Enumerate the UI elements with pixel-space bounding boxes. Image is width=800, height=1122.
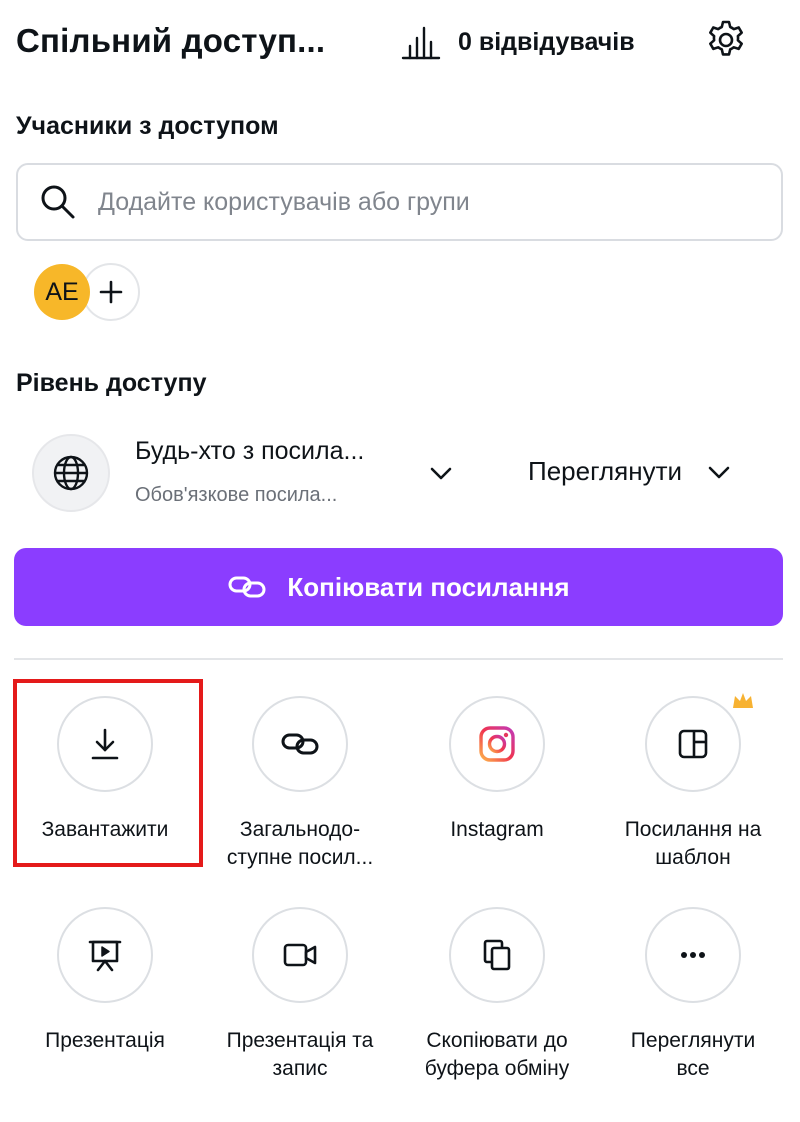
permission-value: Переглянути	[528, 456, 683, 486]
instagram-button[interactable]	[449, 696, 545, 792]
copy-link-label: Копіювати посилання	[287, 571, 570, 602]
divider	[14, 658, 783, 660]
instagram-icon	[479, 726, 515, 762]
copy-link-button[interactable]: Копіювати посилання	[14, 548, 783, 626]
share-option-label: Загальнодо- ступне посил...	[226, 818, 374, 869]
copy-icon	[483, 939, 511, 971]
search-icon	[41, 185, 75, 219]
visitors-count-label: 0 відвідувачів	[458, 27, 635, 56]
template-icon	[678, 729, 708, 759]
public-link-button[interactable]	[252, 696, 348, 792]
link-scope-subtitle: Обов'язкове посила...	[135, 484, 338, 506]
globe-icon-badge	[32, 434, 110, 512]
download-highlight-box	[13, 679, 203, 867]
more-icon	[681, 952, 705, 958]
visitors-insights-button[interactable]: 0 відвідувачів	[400, 22, 635, 62]
presentation-button[interactable]	[57, 907, 153, 1003]
share-header: Спільний доступ...	[16, 14, 770, 68]
present-record-button[interactable]	[252, 907, 348, 1003]
people-section-label: Учасники з доступом	[16, 112, 279, 140]
see-all-button[interactable]	[645, 907, 741, 1003]
permission-dropdown[interactable]: Переглянути	[528, 456, 734, 487]
share-option-label: Презентація та запис	[226, 1029, 374, 1080]
share-option-label: Instagram	[450, 818, 544, 841]
link-icon	[281, 733, 319, 755]
avatar[interactable]: AE	[34, 264, 90, 320]
link-scope-title[interactable]: Будь-хто з посила...	[135, 437, 364, 466]
add-people-input[interactable]	[98, 187, 781, 217]
add-person-button[interactable]	[82, 263, 140, 321]
share-option-label: Посилання на шаблон	[624, 818, 762, 869]
bar-chart-icon	[401, 26, 441, 60]
share-option-label: Презентація	[45, 1029, 165, 1052]
link-icon	[228, 576, 266, 598]
plus-icon	[99, 280, 123, 304]
share-option-label: Переглянути все	[630, 1029, 756, 1080]
panel-title: Спільний доступ...	[16, 22, 326, 59]
search-box	[16, 163, 783, 241]
chevron-down-icon	[708, 466, 730, 478]
share-option-label: Скопіювати до буфера обміну	[424, 1029, 570, 1080]
chevron-down-icon[interactable]	[426, 458, 456, 488]
gear-icon[interactable]	[704, 18, 748, 62]
copy-clipboard-button[interactable]	[449, 907, 545, 1003]
crown-icon	[733, 693, 753, 708]
access-level-label: Рівень доступу	[16, 369, 207, 397]
globe-icon	[53, 455, 89, 491]
video-camera-icon	[283, 943, 317, 967]
share-panel: Спільний доступ... 0 відвідувачів Учасни…	[0, 0, 800, 1122]
presentation-icon	[88, 940, 122, 972]
template-link-button[interactable]	[645, 696, 741, 792]
